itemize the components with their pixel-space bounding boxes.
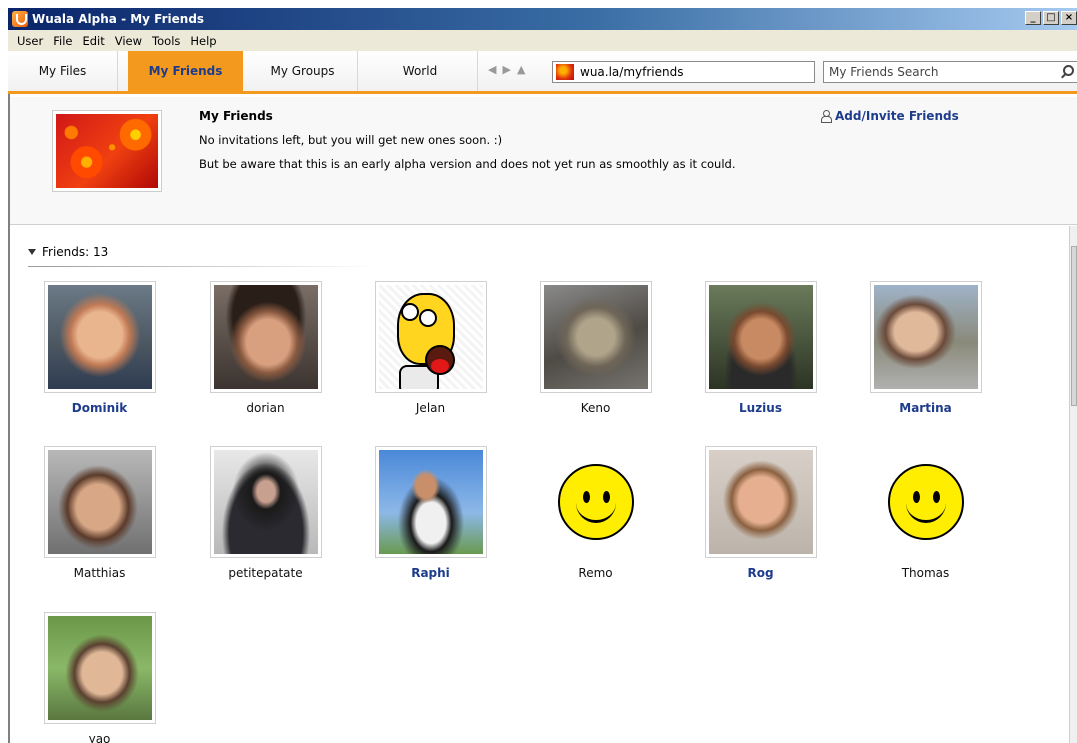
menu-edit[interactable]: Edit: [77, 34, 109, 48]
menu-bar: User File Edit View Tools Help: [8, 30, 1077, 51]
friend-name[interactable]: Jelan: [348, 401, 513, 415]
scrollbar-thumb[interactable]: [1071, 246, 1077, 406]
friend-avatar[interactable]: [869, 281, 982, 393]
friend-name[interactable]: Raphi: [348, 566, 513, 580]
friends-header-panel: My Friends No invitations left, but you …: [10, 97, 1077, 225]
friend-avatar[interactable]: [209, 446, 322, 558]
friend-avatar[interactable]: [43, 281, 156, 393]
nav-arrows: ◀ ▶ ▲: [488, 63, 525, 76]
friend-item[interactable]: Luzius: [678, 281, 843, 415]
friend-name[interactable]: Luzius: [678, 401, 843, 415]
back-arrow-icon[interactable]: ◀: [488, 63, 496, 76]
menu-help[interactable]: Help: [185, 34, 221, 48]
friend-avatar[interactable]: [869, 446, 982, 558]
wuala-app-icon: [12, 11, 28, 27]
friend-item[interactable]: Dominik: [17, 281, 182, 415]
window-title: Wuala Alpha - My Friends: [32, 12, 205, 26]
menu-file[interactable]: File: [48, 34, 77, 48]
friend-name[interactable]: Martina: [843, 401, 1008, 415]
friend-avatar[interactable]: [539, 281, 652, 393]
header-image: [52, 110, 162, 192]
menu-user[interactable]: User: [12, 34, 48, 48]
person-icon: [821, 110, 832, 123]
friend-item[interactable]: Matthias: [17, 446, 182, 580]
friend-avatar[interactable]: [704, 281, 817, 393]
tab-my-groups[interactable]: My Groups: [248, 51, 358, 91]
add-invite-friends-label: Add/Invite Friends: [835, 109, 959, 123]
add-invite-friends-link[interactable]: Add/Invite Friends: [821, 109, 959, 123]
friend-item[interactable]: Raphi: [348, 446, 513, 580]
friend-avatar[interactable]: [209, 281, 322, 393]
collapse-triangle-icon: [28, 249, 36, 255]
page-title: My Friends: [199, 109, 273, 123]
friend-avatar[interactable]: [43, 612, 156, 724]
friend-item[interactable]: yao: [17, 612, 182, 743]
friend-name[interactable]: dorian: [183, 401, 348, 415]
window-controls: _ □ ×: [1025, 11, 1077, 25]
menu-tools[interactable]: Tools: [147, 34, 185, 48]
friends-count-label: Friends: 13: [42, 245, 109, 259]
friend-item[interactable]: dorian: [183, 281, 348, 415]
friends-section-toggle[interactable]: Friends: 13: [28, 245, 108, 259]
friend-item[interactable]: Jelan: [348, 281, 513, 415]
invitation-status-text: No invitations left, but you will get ne…: [199, 133, 503, 147]
section-divider: [28, 266, 378, 267]
friend-name[interactable]: Thomas: [843, 566, 1008, 580]
friend-name[interactable]: petitepatate: [183, 566, 348, 580]
friend-name[interactable]: yao: [17, 732, 182, 743]
address-value: wua.la/myfriends: [580, 65, 684, 79]
close-button[interactable]: ×: [1061, 11, 1077, 25]
menu-view[interactable]: View: [110, 34, 147, 48]
search-input[interactable]: My Friends Search: [823, 61, 1077, 83]
search-placeholder: My Friends Search: [829, 65, 939, 79]
friend-name[interactable]: Rog: [678, 566, 843, 580]
friend-item[interactable]: petitepatate: [183, 446, 348, 580]
friend-avatar[interactable]: [43, 446, 156, 558]
friend-avatar[interactable]: [704, 446, 817, 558]
window-titlebar: Wuala Alpha - My Friends _ □ ×: [8, 8, 1077, 30]
friend-name[interactable]: Keno: [513, 401, 678, 415]
alpha-warning-text: But be aware that this is an early alpha…: [199, 157, 736, 171]
cartoon-avatar: [378, 285, 483, 389]
maximize-button[interactable]: □: [1043, 11, 1059, 25]
friend-item[interactable]: Keno: [513, 281, 678, 415]
forward-arrow-icon[interactable]: ▶: [502, 63, 510, 76]
address-site-icon: [556, 64, 574, 80]
friend-name[interactable]: Remo: [513, 566, 678, 580]
friend-item[interactable]: Martina: [843, 281, 1008, 415]
friend-item[interactable]: Remo: [513, 446, 678, 580]
tab-bar: My Files My Friends My Groups World ◀ ▶ …: [8, 51, 1077, 94]
friend-avatar[interactable]: [539, 446, 652, 558]
friend-item[interactable]: Rog: [678, 446, 843, 580]
friend-avatar[interactable]: [374, 446, 487, 558]
address-bar[interactable]: wua.la/myfriends: [552, 61, 815, 83]
minimize-button[interactable]: _: [1025, 11, 1041, 25]
friend-name[interactable]: Dominik: [17, 401, 182, 415]
tab-my-files[interactable]: My Files: [8, 51, 118, 91]
up-arrow-icon[interactable]: ▲: [517, 63, 525, 76]
tab-world[interactable]: World: [363, 51, 478, 91]
search-icon[interactable]: [1063, 65, 1074, 76]
vertical-scrollbar[interactable]: [1069, 226, 1077, 743]
tab-my-friends[interactable]: My Friends: [128, 51, 243, 91]
friend-item[interactable]: Thomas: [843, 446, 1008, 580]
smiley-icon: [557, 464, 634, 540]
smiley-icon: [887, 464, 964, 540]
friend-avatar[interactable]: [374, 281, 487, 393]
friend-name[interactable]: Matthias: [17, 566, 182, 580]
